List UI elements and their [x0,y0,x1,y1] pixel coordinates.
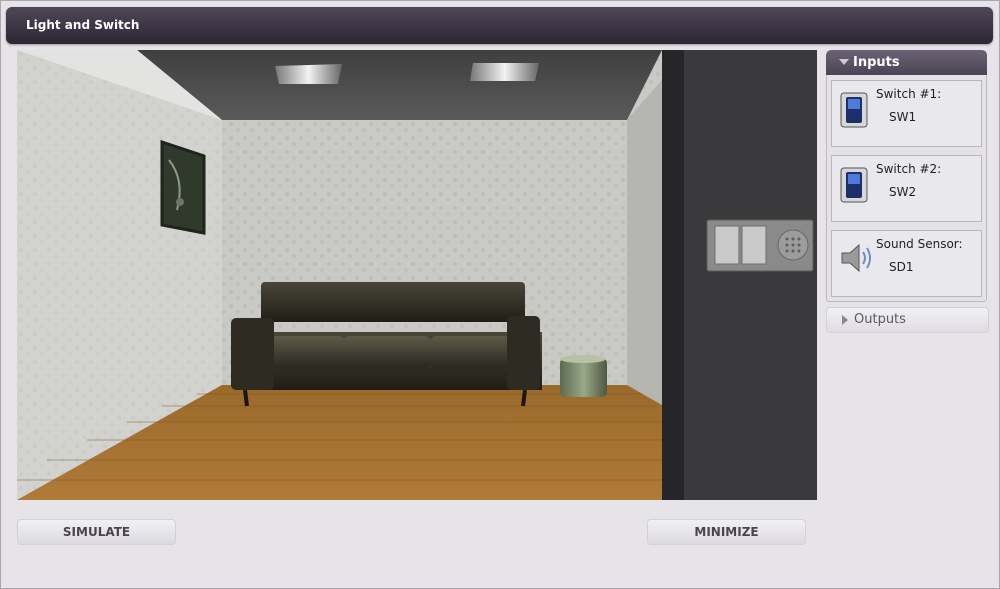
room-3d-view[interactable] [17,50,817,500]
speaker-icon [840,242,876,278]
input-item-switch-2[interactable]: Switch #2: SW2 [831,155,982,222]
inputs-panel-header[interactable]: Inputs [826,50,987,75]
window-title: Light and Switch [26,18,140,32]
chevron-right-icon [842,315,848,325]
inputs-panel: Switch #1: SW1 Switch #2: SW2 Sound Sens… [826,75,987,302]
input-item-sound-sensor[interactable]: Sound Sensor: SD1 [831,230,982,297]
input-item-switch-1[interactable]: Switch #1: SW1 [831,80,982,147]
simulate-button[interactable]: SIMULATE [17,519,176,545]
input-item-title: Switch #1: [876,87,942,101]
input-item-value: SW2 [889,185,917,199]
input-item-value: SW1 [889,110,917,124]
input-item-value: SD1 [889,260,914,274]
switch-icon [840,92,868,132]
input-item-title: Sound Sensor: [876,237,963,251]
inputs-header-label: Inputs [853,55,900,70]
outputs-header-label: Outputs [854,312,906,327]
outputs-panel-header[interactable]: Outputs [826,307,989,333]
input-item-title: Switch #2: [876,162,942,176]
switch-icon [840,167,868,207]
title-bar: Light and Switch [6,7,993,44]
minimize-button[interactable]: MINIMIZE [647,519,806,545]
chevron-down-icon [839,59,849,65]
